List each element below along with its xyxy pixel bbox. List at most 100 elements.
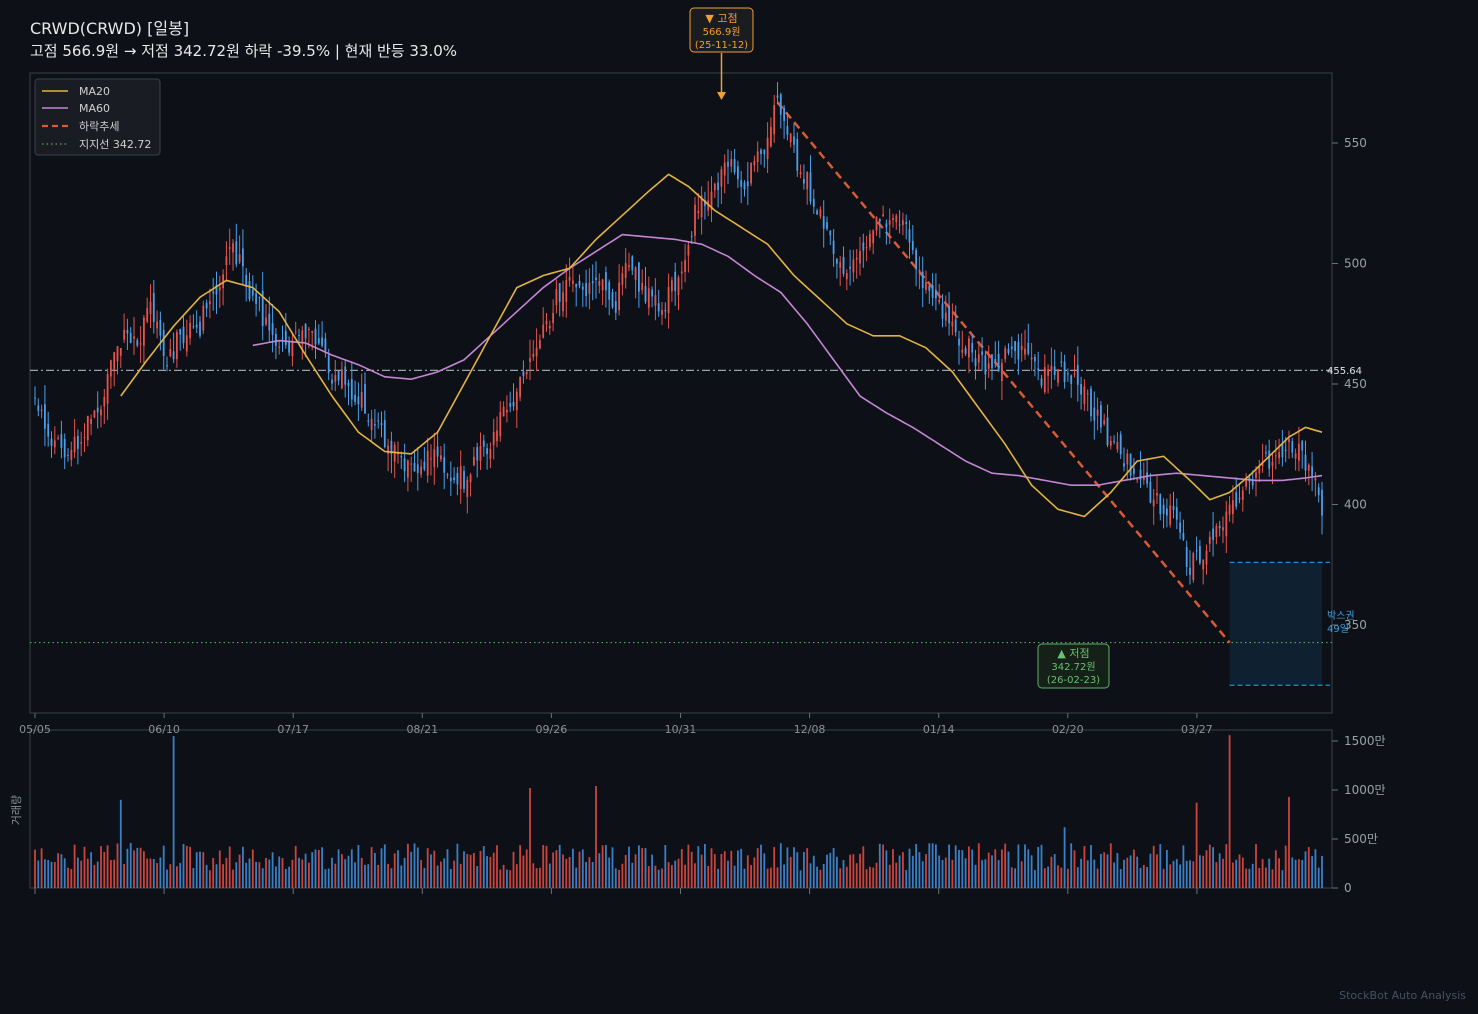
volume-bar (1321, 855, 1323, 888)
volume-bar (288, 866, 291, 888)
volume-bar (809, 863, 812, 888)
candle-body (354, 394, 357, 402)
volume-bar (37, 860, 40, 888)
y-tick-label: 500 (1344, 257, 1367, 271)
candle-body (647, 288, 650, 308)
volume-bar (522, 855, 525, 888)
volume-bar (1126, 857, 1129, 888)
volume-bar (684, 864, 687, 888)
volume-bar (703, 844, 706, 888)
candle-body (169, 349, 172, 357)
volume-bar (1278, 858, 1281, 888)
x-tick-label: 09/26 (536, 723, 568, 736)
volume-bar (565, 858, 568, 888)
candle-body (819, 209, 822, 217)
candle-body (304, 323, 307, 339)
volume-axis-label: 거래량 (10, 795, 23, 825)
candle-body (1076, 365, 1079, 385)
volume-bar (1076, 867, 1079, 888)
volume-bar (1251, 863, 1254, 888)
volume-bar (175, 866, 178, 888)
volume-bar (406, 843, 409, 888)
volume-bar (90, 852, 93, 888)
candle-body (624, 263, 627, 278)
candle-body (502, 406, 505, 417)
volume-bar (779, 843, 782, 888)
candle-body (1192, 553, 1195, 580)
volume-bar (430, 854, 432, 888)
volume-bar (1106, 854, 1109, 888)
candle-body (753, 160, 756, 166)
volume-bar (136, 847, 139, 888)
candle-body (565, 280, 568, 302)
volume-bar (915, 844, 918, 888)
volume-bar (694, 863, 696, 888)
volume-bar (707, 865, 710, 888)
volume-bar (651, 854, 654, 888)
volume-bar (977, 843, 980, 888)
candle-body (350, 379, 353, 400)
candle-body (489, 448, 492, 459)
candle-body (1033, 356, 1036, 362)
volume-bar (954, 845, 957, 888)
candle-body (928, 285, 931, 291)
candle-body (100, 409, 102, 416)
box-range-fill (1229, 562, 1322, 686)
candle-body (1172, 505, 1175, 510)
volume-bar (47, 859, 50, 888)
candle-body (331, 379, 333, 384)
volume-bar (1264, 867, 1267, 888)
x-tick-label: 08/21 (406, 723, 438, 736)
candle-body (571, 280, 574, 284)
volume-bar (618, 869, 621, 888)
volume-bar (1103, 852, 1106, 888)
candle-body (736, 166, 739, 180)
volume-bar (925, 854, 927, 888)
volume-bar (1208, 844, 1211, 888)
volume-bar (373, 853, 376, 888)
volume-bar (585, 861, 588, 888)
candle-body (915, 249, 918, 270)
volume-bar (776, 867, 779, 888)
volume-bar (436, 865, 439, 888)
candle-body (238, 254, 241, 263)
volume-bar (397, 850, 399, 888)
volume-bar (364, 864, 366, 888)
candle-body (1053, 366, 1056, 376)
volume-bar (119, 799, 122, 888)
candle-body (1037, 368, 1040, 371)
candle-body (43, 404, 46, 429)
volume-bar (142, 851, 145, 888)
volume-bar (1014, 868, 1017, 888)
candle-body (357, 396, 360, 405)
candle-body (50, 438, 53, 446)
volume-bar (96, 861, 99, 888)
candle-body (519, 376, 522, 398)
volume-bar (991, 855, 993, 888)
volume-bar (126, 848, 129, 888)
candle-body (634, 267, 637, 280)
volume-bar (595, 786, 597, 888)
candle-body (212, 291, 215, 294)
volume-bar (1281, 870, 1284, 888)
volume-bar (1139, 867, 1142, 888)
y-tick-label: 450 (1344, 377, 1367, 391)
candle-body (984, 355, 987, 375)
candle-body (1060, 361, 1063, 363)
volume-bar (799, 870, 802, 888)
volume-bar (1093, 859, 1096, 888)
candle-body (199, 321, 201, 336)
volume-bar (321, 847, 324, 888)
candle-body (776, 95, 779, 98)
volume-bar (410, 851, 413, 888)
volume-bar (839, 868, 842, 888)
volume-bar (261, 868, 264, 888)
candle-body (172, 351, 175, 360)
candle-body (591, 281, 594, 284)
candle-body (756, 151, 759, 163)
candle-body (1020, 345, 1023, 350)
candle-body (311, 331, 314, 333)
volume-bar (307, 862, 310, 888)
volume-bar (614, 868, 617, 888)
candle-body (743, 182, 746, 190)
